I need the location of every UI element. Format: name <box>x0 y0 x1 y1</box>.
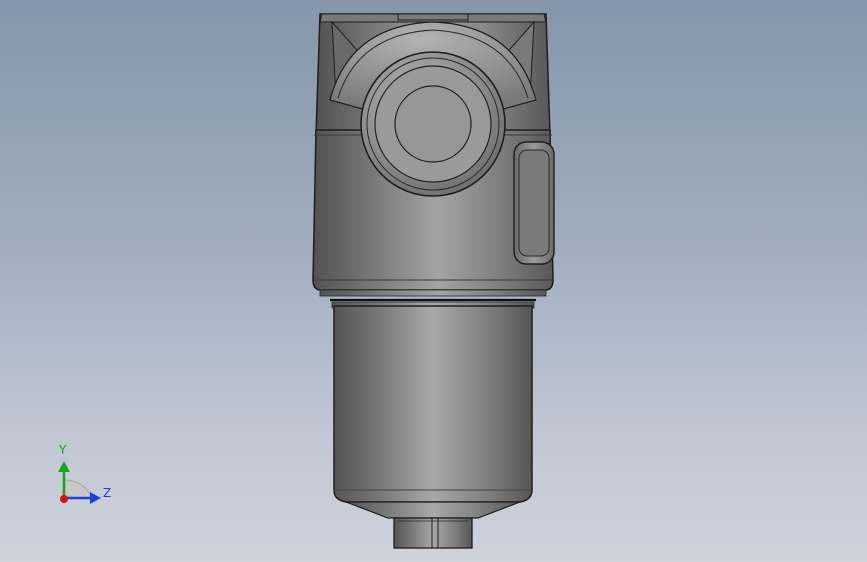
orientation-triad <box>58 461 101 504</box>
drain-nut[interactable] <box>393 517 473 549</box>
inlet-boss[interactable] <box>360 51 506 197</box>
triad-base-arc <box>63 479 93 499</box>
y-axis-arrow <box>58 461 70 472</box>
y-axis-label: Y <box>59 443 67 457</box>
side-port[interactable] <box>513 141 555 265</box>
bowl-cone <box>345 501 521 519</box>
filter-model[interactable] <box>0 0 867 562</box>
graphics-viewport[interactable]: Y Z <box>0 0 867 562</box>
z-axis-arrow <box>90 492 101 504</box>
x-axis-dot <box>60 495 68 503</box>
filter-bowl[interactable] <box>333 305 533 503</box>
z-axis-label: Z <box>103 486 112 500</box>
